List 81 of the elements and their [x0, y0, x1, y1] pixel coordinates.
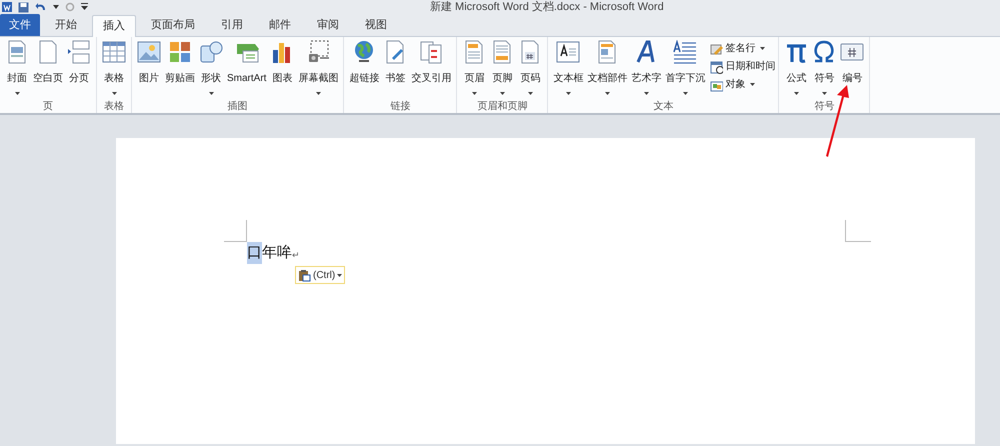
ribbon-button[interactable]: 封面 — [3, 40, 31, 100]
ribbon-small-button[interactable]: 对象 — [710, 77, 776, 92]
group-label: 表格 — [103, 101, 125, 113]
ribbon-tab[interactable]: 邮件 — [258, 14, 302, 36]
ribbon-button[interactable]: 表格 — [100, 40, 128, 100]
ribbon-button[interactable]: 艺术字 — [629, 40, 664, 100]
ribbon-small-button[interactable]: 日期和时间 — [710, 59, 776, 74]
text-box-icon — [556, 40, 580, 64]
screenshot-icon — [306, 40, 330, 64]
picture-icon — [137, 40, 161, 64]
group-label: 页 — [42, 101, 54, 113]
caret-icon — [337, 274, 342, 276]
paragraph-mark: ↵ — [292, 249, 300, 262]
ribbon-button[interactable]: 文档部件 — [585, 40, 630, 100]
ribbon-button[interactable]: 书签 — [381, 40, 410, 100]
caret-icon — [822, 92, 827, 95]
ribbon-tab[interactable]: 视图 — [354, 14, 398, 36]
body-text: 年哞 — [262, 243, 292, 263]
ribbon-button[interactable]: 交叉引用 — [409, 40, 454, 100]
drop-cap-icon — [673, 40, 698, 64]
group-label: 插图 — [226, 101, 249, 113]
clipboard-icon — [298, 268, 311, 282]
ribbon-button[interactable]: 空白页 — [31, 40, 65, 100]
shapes-icon — [199, 40, 223, 64]
group-label: 链接 — [389, 101, 412, 113]
ribbon-button[interactable]: 图表 — [268, 40, 296, 100]
ribbon-tab[interactable]: 引用 — [210, 14, 254, 36]
window-title: 新建 Microsoft Word 文档.docx - Microsoft Word — [430, 0, 664, 14]
ribbon-button[interactable]: 公式 — [782, 40, 810, 100]
caret-icon — [644, 92, 649, 95]
group-label: 页眉和页脚 — [476, 101, 528, 113]
ribbon-small-button[interactable]: 签名行 — [710, 41, 776, 56]
file-tab[interactable]: 文件 — [0, 14, 40, 36]
caret-icon — [472, 92, 477, 95]
ribbon-button[interactable]: 页眉 — [460, 40, 488, 100]
caret-icon — [682, 92, 688, 95]
ribbon-button[interactable]: SmartArt — [225, 40, 268, 100]
caret-icon — [760, 47, 766, 50]
caret-icon — [528, 92, 533, 95]
page-break-icon — [67, 40, 91, 64]
caret-icon — [316, 92, 321, 95]
ribbon-tab[interactable]: 插入 — [92, 15, 136, 37]
caret-icon — [14, 92, 20, 95]
ribbon-button[interactable]: 页脚 — [488, 40, 516, 100]
save-icon[interactable] — [18, 2, 29, 12]
ribbon-tab[interactable]: 审阅 — [306, 14, 350, 36]
ribbon-button[interactable]: 编号 — [838, 40, 866, 100]
cross-reference-icon — [419, 40, 444, 64]
ribbon-button[interactable]: 首字下沉 — [663, 40, 708, 100]
ribbon-button[interactable]: 图片 — [135, 40, 163, 100]
caret-icon — [500, 92, 505, 95]
ribbon-tab[interactable]: 开始 — [44, 14, 88, 36]
ribbon-button[interactable]: 文本框 — [551, 40, 586, 100]
crop-mark — [224, 220, 247, 242]
group-label: 符号 — [813, 101, 836, 113]
caret-icon — [566, 92, 571, 95]
caret-icon — [604, 92, 610, 95]
crop-mark — [845, 220, 871, 242]
ribbon-button[interactable]: 分页 — [65, 40, 93, 100]
paste-options-button[interactable]: (Ctrl) — [295, 266, 346, 284]
caret-icon — [750, 83, 756, 86]
undo-icon[interactable] — [35, 2, 47, 12]
ribbon-button[interactable]: 剪贴画 — [163, 40, 197, 100]
ribbon-button[interactable]: 页码 — [516, 40, 544, 100]
ribbon-button[interactable]: 超链接 — [347, 40, 382, 100]
omega-icon — [812, 40, 836, 64]
ribbon-button[interactable]: 形状 — [197, 40, 225, 100]
ribbon-button[interactable]: 符号 — [810, 40, 838, 100]
caret-icon[interactable] — [53, 5, 59, 9]
selected-text: 口 — [247, 242, 262, 264]
calendar-icon — [710, 60, 724, 74]
caret-icon — [208, 92, 214, 95]
table-icon — [102, 40, 126, 64]
ribbon-tab[interactable]: 页面布局 — [140, 14, 206, 36]
customize-menu-icon[interactable] — [81, 3, 88, 11]
caret-icon — [794, 92, 799, 95]
clip-art-icon — [168, 40, 192, 64]
caret-icon — [112, 92, 116, 95]
ribbon-button[interactable]: 屏幕截图 — [296, 40, 340, 100]
group-label: 文本 — [652, 101, 674, 113]
word-logo-icon[interactable] — [2, 2, 12, 12]
